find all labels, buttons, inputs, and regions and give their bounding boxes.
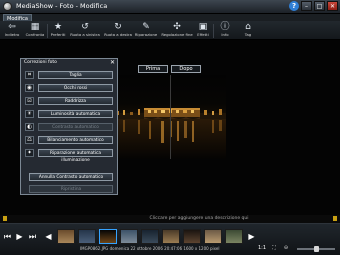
maximize-button[interactable]: □: [314, 1, 325, 11]
filmstrip-next-icon[interactable]: ▶: [247, 231, 256, 243]
toolbar: ⇦ Indietro ▦ Confronta ★ Preferiti ↺ Ruo…: [0, 21, 340, 40]
brightness-icon: ☀: [25, 110, 34, 118]
zoom-out-icon[interactable]: ⊖: [282, 245, 290, 251]
after-button[interactable]: Dopo: [171, 65, 201, 73]
app-logo-icon: [3, 2, 12, 11]
reset-row: Ripristina: [25, 184, 115, 194]
panel-close-button[interactable]: ✕: [110, 59, 115, 66]
straighten-button[interactable]: Raddrizza: [38, 97, 113, 105]
fit-to-screen-icon[interactable]: ⛶: [270, 245, 278, 251]
crop-icon: ⌗: [25, 71, 34, 79]
status-dimensions: 1600 x 1200 pixel: [183, 246, 220, 251]
favorites-button[interactable]: ★ Preferiti: [49, 22, 67, 39]
tab-bar: Modifica: [0, 14, 340, 22]
zoom-slider-thumb[interactable]: [313, 246, 319, 252]
effects-icon: ▣: [198, 22, 208, 32]
thumbnail[interactable]: [57, 229, 75, 244]
lighting-icon: ✦: [25, 149, 34, 157]
status-filename: IMGP0862.JPG: [80, 246, 109, 251]
window-controls: ? – □ ✕: [289, 1, 338, 11]
red-eye-icon: ◉: [25, 84, 34, 92]
correction-row-crop: ⌗ Taglia: [25, 70, 115, 80]
zoom-level[interactable]: 1:1: [258, 245, 266, 251]
correction-row-brightness: ☀ Luminosità automatica: [25, 109, 115, 119]
tag-icon: ⌂: [245, 22, 251, 32]
title-bar: MediaShow - Foto - Modifica ? – □ ✕: [0, 0, 340, 14]
photo-corrections-panel: Correzioni foto ✕ ⌗ Taglia ◉ Occhi rossi…: [20, 58, 118, 195]
back-button[interactable]: ⇦ Indietro: [2, 22, 22, 39]
filmstrip: ⏮ ▶ ⏭ ◀ ▶ IMGP0862.JPG domenica 22 ottob…: [0, 223, 340, 255]
red-eye-button[interactable]: Occhi rossi: [38, 84, 113, 92]
undo-button[interactable]: Annulla Contrasto automatico: [29, 173, 113, 181]
star-icon: ★: [53, 22, 63, 32]
thumbnail[interactable]: [225, 229, 243, 244]
thumbnail[interactable]: [78, 229, 96, 244]
description-hint[interactable]: Cliccare per aggiungere una descrizione …: [114, 216, 284, 221]
contrast-icon: ◐: [25, 123, 34, 131]
white-balance-icon: ⚖: [25, 136, 34, 144]
rotate-left-button[interactable]: ↺ Ruota a sinistra: [69, 22, 101, 39]
auto-contrast-button[interactable]: Contrasto automatico: [38, 123, 113, 131]
straighten-icon: ⊡: [25, 97, 34, 105]
effects-button[interactable]: ▣ Effetti: [195, 22, 211, 39]
crop-button[interactable]: Taglia: [38, 71, 113, 79]
back-icon: ⇦: [8, 22, 16, 32]
before-button[interactable]: Prima: [138, 65, 168, 73]
correction-row-straighten: ⊡ Raddrizza: [25, 96, 115, 106]
correction-row-white-balance: ⚖ Bilanciamento automatico: [25, 135, 115, 145]
info-button[interactable]: ⓘ Info: [218, 22, 232, 39]
compare-button[interactable]: ▦ Confronta: [24, 22, 46, 39]
photo-status: IMGP0862.JPG domenica 22 ottobre 2006 20…: [80, 246, 219, 251]
auto-white-balance-button[interactable]: Bilanciamento automatico: [38, 136, 113, 144]
auto-brightness-button[interactable]: Luminosità automatica: [38, 110, 113, 118]
panel-title: Correzioni foto: [24, 60, 57, 65]
rotate-left-icon: ↺: [81, 22, 89, 32]
rotate-right-icon: ↻: [114, 22, 122, 32]
repair-icon: ✎: [142, 22, 150, 32]
correction-row-red-eye: ◉ Occhi rossi: [25, 83, 115, 93]
info-icon: ⓘ: [220, 22, 230, 32]
minimize-button[interactable]: –: [301, 1, 312, 11]
next-photo-icon[interactable]: ⏭: [28, 231, 37, 243]
fine-tune-icon: ✣: [173, 22, 181, 32]
thumbnail[interactable]: [183, 229, 201, 244]
help-button[interactable]: ?: [289, 1, 299, 11]
compare-divider[interactable]: [170, 75, 171, 159]
status-date: domenica 22 ottobre 2006 20:47:06: [109, 246, 183, 251]
fine-tune-button[interactable]: ✣ Regolazione fine: [160, 22, 194, 39]
thumbnail[interactable]: [141, 229, 159, 244]
first-photo-icon[interactable]: ⏮: [3, 231, 12, 243]
undo-row: Annulla Contrasto automatico: [25, 172, 115, 182]
window-title: MediaShow - Foto - Modifica: [16, 2, 108, 10]
compare-icon: ▦: [30, 22, 40, 32]
right-indicator: [333, 216, 337, 221]
toolbar-separator: [47, 24, 48, 38]
correction-row-contrast: ◐ Contrasto automatico: [25, 122, 115, 132]
left-indicator: [3, 216, 7, 221]
close-button[interactable]: ✕: [327, 1, 338, 11]
toolbar-separator: [213, 24, 214, 38]
thumbnail[interactable]: [204, 229, 222, 244]
thumbnail[interactable]: [120, 229, 138, 244]
filmstrip-prev-icon[interactable]: ◀: [44, 231, 53, 243]
tag-button[interactable]: ⌂ Tag: [241, 22, 255, 39]
reset-button[interactable]: Ripristina: [29, 185, 113, 193]
rotate-right-button[interactable]: ↻ Ruota a destra: [103, 22, 133, 39]
correction-row-lighting: ✦ Riparazione automatica illuminazione: [25, 148, 115, 163]
repair-button[interactable]: ✎ Riparazione: [133, 22, 159, 39]
zoom-slider[interactable]: [297, 246, 335, 252]
thumbnail[interactable]: [162, 229, 180, 244]
play-icon[interactable]: ▶: [15, 231, 24, 243]
auto-lighting-fix-button[interactable]: Riparazione automatica illuminazione: [38, 149, 113, 163]
thumbnail-selected[interactable]: [99, 229, 117, 244]
